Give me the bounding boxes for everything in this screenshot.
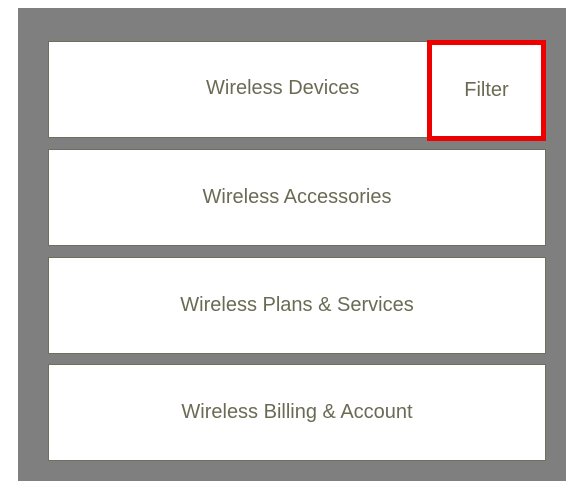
menu-item-wireless-plans-services[interactable]: Wireless Plans & Services <box>48 257 546 354</box>
filter-button[interactable]: Filter <box>427 40 546 141</box>
menu-item-wireless-accessories[interactable]: Wireless Accessories <box>48 149 546 246</box>
menu-item-wireless-billing-account[interactable]: Wireless Billing & Account <box>48 364 546 461</box>
filter-button-label: Filter <box>464 79 509 101</box>
menu-item-label: Wireless Billing & Account <box>181 401 413 423</box>
menu-item-label: Wireless Devices <box>206 77 360 99</box>
menu-item-label: Wireless Accessories <box>202 186 392 208</box>
menu-panel: Wireless Devices Filter Wireless Accesso… <box>18 8 566 481</box>
menu-item-label: Wireless Plans & Services <box>180 294 414 316</box>
